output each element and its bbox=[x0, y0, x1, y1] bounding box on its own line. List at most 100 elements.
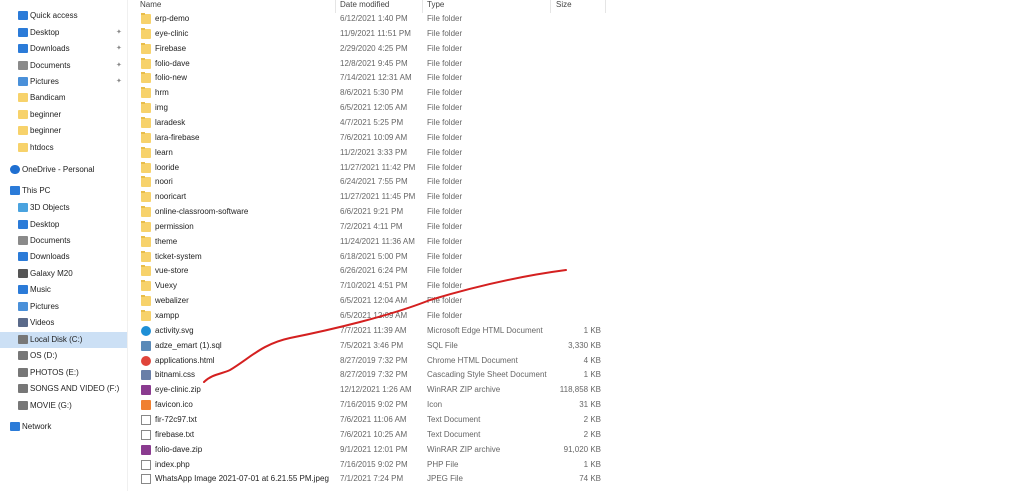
sidebar-item-label: Local Disk (C:) bbox=[30, 335, 83, 344]
file-date-modified: 7/6/2021 10:09 AM bbox=[340, 132, 408, 142]
file-name: eye-clinic bbox=[155, 28, 189, 38]
file-type: File folder bbox=[427, 221, 463, 231]
file-row[interactable]: webalizer 6/5/2021 12:04 AM File folder bbox=[135, 294, 605, 308]
file-row[interactable]: Firebase 2/29/2020 4:25 PM File folder bbox=[135, 42, 605, 56]
sidebar-item-onedrive-personal[interactable]: OneDrive - Personal bbox=[0, 162, 127, 178]
file-row[interactable]: erp-demo 6/12/2021 1:40 PM File folder bbox=[135, 12, 605, 26]
file-row[interactable]: firebase.txt 7/6/2021 10:25 AM Text Docume… bbox=[135, 428, 605, 442]
file-row[interactable]: favicon.ico 7/16/2015 9:02 PM Icon 31 KB bbox=[135, 398, 605, 412]
sidebar-item-3d-objects[interactable]: 3D Objects bbox=[0, 200, 127, 216]
sidebar-item-pictures[interactable]: Pictures ✦ bbox=[0, 74, 127, 90]
sidebar-item-desktop[interactable]: Desktop bbox=[0, 217, 127, 233]
file-name: ticket-system bbox=[155, 251, 202, 261]
column-type-header[interactable]: Type bbox=[427, 0, 444, 11]
sidebar-item-htdocs[interactable]: htdocs bbox=[0, 140, 127, 156]
column-size-header[interactable]: Size bbox=[556, 0, 572, 11]
sidebar-item-music[interactable]: Music bbox=[0, 282, 127, 298]
sidebar-item-label: Documents bbox=[30, 61, 71, 70]
file-row[interactable]: img 6/5/2021 12:05 AM File folder bbox=[135, 101, 605, 115]
file-type: Chrome HTML Document bbox=[427, 355, 518, 365]
file-date-modified: 6/6/2021 9:21 PM bbox=[340, 207, 404, 217]
sidebar-item-beginner[interactable]: beginner bbox=[0, 107, 127, 123]
image-icon bbox=[141, 474, 151, 485]
file-row[interactable]: ticket-system 6/18/2021 5:00 PM File folde… bbox=[135, 250, 605, 264]
file-date-modified: 7/2/2021 4:11 PM bbox=[340, 221, 403, 231]
sidebar-item-bandicam[interactable]: Bandicam bbox=[0, 90, 127, 106]
file-type: Text Document bbox=[427, 414, 481, 424]
sidebar-item-label: OneDrive - Personal bbox=[22, 165, 95, 174]
file-row[interactable]: lara-firebase 7/6/2021 10:09 AM File folde… bbox=[135, 131, 605, 145]
file-row[interactable]: eye-clinic.zip 12/12/2021 1:26 AM WinRAR Z… bbox=[135, 383, 605, 397]
pin-icon: ✦ bbox=[116, 62, 122, 69]
file-row[interactable]: activity.svg 7/7/2021 11:39 AM Microsoft E… bbox=[135, 324, 605, 338]
column-name-header[interactable]: Name bbox=[140, 0, 161, 11]
folder-icon bbox=[141, 42, 151, 54]
drive-icon bbox=[18, 401, 28, 410]
file-row[interactable]: laradesk 4/7/2021 5:25 PM File folder bbox=[135, 116, 605, 130]
sidebar-item-network[interactable]: Network bbox=[0, 419, 127, 435]
sidebar-item-downloads[interactable]: Downloads bbox=[0, 249, 127, 265]
sidebar-item-galaxy-m20[interactable]: Galaxy M20 bbox=[0, 266, 127, 282]
file-type: File folder bbox=[427, 73, 463, 83]
file-row[interactable]: theme 11/24/2021 11:36 AM File folder bbox=[135, 235, 605, 249]
sidebar-item-os-d[interactable]: OS (D:) bbox=[0, 348, 127, 364]
sidebar-item-movie-g[interactable]: MOVIE (G:) bbox=[0, 398, 127, 414]
file-name: learn bbox=[155, 147, 173, 157]
file-row[interactable]: bitnami.css 8/27/2019 7:32 PM Cascading St… bbox=[135, 368, 605, 382]
file-name: xampp bbox=[155, 311, 180, 320]
file-row[interactable]: index.php 7/16/2015 9:02 PM PHP File 1 KB bbox=[135, 458, 605, 472]
column-divider[interactable] bbox=[605, 0, 606, 13]
column-date-header[interactable]: Date modified bbox=[340, 0, 389, 11]
pin-icon: ✦ bbox=[116, 45, 122, 52]
sidebar-item-pictures[interactable]: Pictures bbox=[0, 299, 127, 315]
file-name: hrm bbox=[155, 88, 169, 98]
sidebar-item-quick-access[interactable]: Quick access bbox=[0, 8, 127, 24]
file-name: fir-72c97.txt bbox=[155, 414, 197, 424]
file-row[interactable]: learn 11/2/2021 3:33 PM File folder bbox=[135, 146, 605, 160]
file-date-modified: 4/7/2021 5:25 PM bbox=[340, 117, 404, 127]
sidebar-item-local-disk-c[interactable]: Local Disk (C:) bbox=[0, 332, 127, 348]
file-row[interactable]: looride 11/27/2021 11:42 PM File folder bbox=[135, 161, 605, 175]
file-type: File folder bbox=[427, 43, 463, 53]
folder-icon bbox=[141, 206, 151, 218]
file-row[interactable]: fir-72c97.txt 7/6/2021 11:06 AM Text Docum… bbox=[135, 413, 605, 427]
file-row[interactable]: hrm 8/6/2021 5:30 PM File folder bbox=[135, 86, 605, 100]
sidebar-item-label: Desktop bbox=[30, 28, 60, 37]
drive-icon bbox=[18, 351, 28, 360]
pane-divider[interactable] bbox=[127, 0, 128, 491]
sidebar-item-desktop[interactable]: Desktop ✦ bbox=[0, 25, 127, 41]
file-row[interactable]: folio-new 7/14/2021 12:31 AM File folder bbox=[135, 71, 605, 85]
file-row[interactable]: vue-store 6/26/2021 6:24 PM File folder bbox=[135, 264, 605, 278]
file-row[interactable]: nooricart 11/27/2021 11:45 PM File folder bbox=[135, 190, 605, 204]
folder-icon bbox=[141, 146, 151, 158]
file-name: applications.html bbox=[155, 355, 215, 365]
folder-icon bbox=[141, 13, 151, 24]
sidebar-item-photos-e[interactable]: PHOTOS (E:) bbox=[0, 365, 127, 381]
file-row[interactable]: noori 6/24/2021 7:55 PM File folder bbox=[135, 175, 605, 189]
folder-icon bbox=[141, 250, 151, 262]
file-row[interactable]: folio-dave 12/8/2021 9:45 PM File folder bbox=[135, 57, 605, 71]
sidebar-item-videos[interactable]: Videos bbox=[0, 315, 127, 331]
file-date-modified: 7/14/2021 12:31 AM bbox=[340, 73, 412, 83]
sidebar-item-documents[interactable]: Documents bbox=[0, 233, 127, 249]
sidebar-item-downloads[interactable]: Downloads ✦ bbox=[0, 41, 127, 57]
sidebar-item-documents[interactable]: Documents ✦ bbox=[0, 58, 127, 74]
file-row[interactable]: WhatsApp Image 2021-07-01 at 6.21.55 PM.… bbox=[135, 472, 605, 486]
file-row[interactable]: eye-clinic 11/9/2021 11:51 PM File folder bbox=[135, 27, 605, 41]
file-row[interactable]: adze_emart (1).sql 7/5/2021 3:46 PM SQL Fi… bbox=[135, 339, 605, 353]
file-row[interactable]: xampp 6/5/2021 12:09 AM File folder bbox=[135, 309, 605, 323]
sidebar-item-songs-and-video-f[interactable]: SONGS AND VIDEO (F:) bbox=[0, 381, 127, 397]
file-row[interactable]: Vuexy 7/10/2021 4:51 PM File folder bbox=[135, 279, 605, 293]
file-row[interactable]: online-classroom-software 6/6/2021 9:21 P… bbox=[135, 205, 605, 219]
file-name: activity.svg bbox=[155, 325, 194, 335]
sidebar-item-beginner[interactable]: beginner bbox=[0, 123, 127, 139]
file-size: 74 KB bbox=[579, 474, 601, 484]
file-date-modified: 7/16/2015 9:02 PM bbox=[340, 400, 408, 410]
file-row[interactable]: folio-dave.zip 9/1/2021 12:01 PM WinRAR ZI… bbox=[135, 443, 605, 457]
sidebar-item-this-pc[interactable]: This PC bbox=[0, 183, 127, 199]
file-name: folio-dave.zip bbox=[155, 444, 203, 454]
file-row[interactable]: applications.html 8/27/2019 7:32 PM Chrome… bbox=[135, 354, 605, 368]
sidebar-item-label: Downloads bbox=[30, 44, 70, 53]
css-icon bbox=[141, 370, 151, 381]
file-row[interactable]: permission 7/2/2021 4:11 PM File folder bbox=[135, 220, 605, 234]
